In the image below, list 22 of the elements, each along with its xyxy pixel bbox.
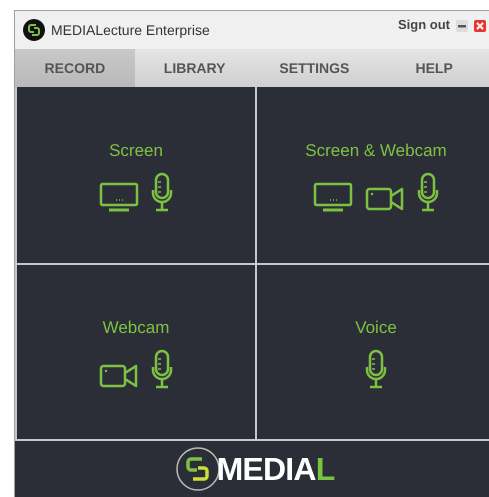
nav-tab[interactable]: HELP [374, 49, 489, 87]
close-icon[interactable] [474, 20, 486, 32]
microphone-icon [151, 172, 173, 212]
microphone-icon [417, 172, 439, 212]
microphone-icon [151, 348, 173, 389]
video-camera-icon [99, 362, 139, 389]
record-mode-tile[interactable]: Voice [257, 265, 489, 439]
record-mode-tile[interactable]: Screen & Webcam [257, 87, 489, 263]
monitor-icon [313, 182, 353, 212]
monitor-icon [99, 182, 139, 212]
microphone-icon [365, 348, 387, 389]
nav-tab[interactable]: RECORD [15, 49, 135, 87]
window-title: MEDIALecture Enterprise [51, 20, 210, 40]
nav-tab[interactable]: SETTINGS [254, 49, 374, 87]
video-camera-icon [365, 186, 405, 212]
record-mode-tile[interactable]: Webcam [17, 265, 255, 439]
nav-tab[interactable]: LIBRARY [134, 49, 254, 87]
app-logo-icon [23, 19, 45, 41]
minimize-icon[interactable] [456, 20, 468, 32]
record-mode-tile[interactable]: Screen [17, 87, 255, 263]
logo-text: MEDIAL [216, 450, 334, 489]
sign-out-link[interactable]: Sign out [398, 15, 450, 35]
